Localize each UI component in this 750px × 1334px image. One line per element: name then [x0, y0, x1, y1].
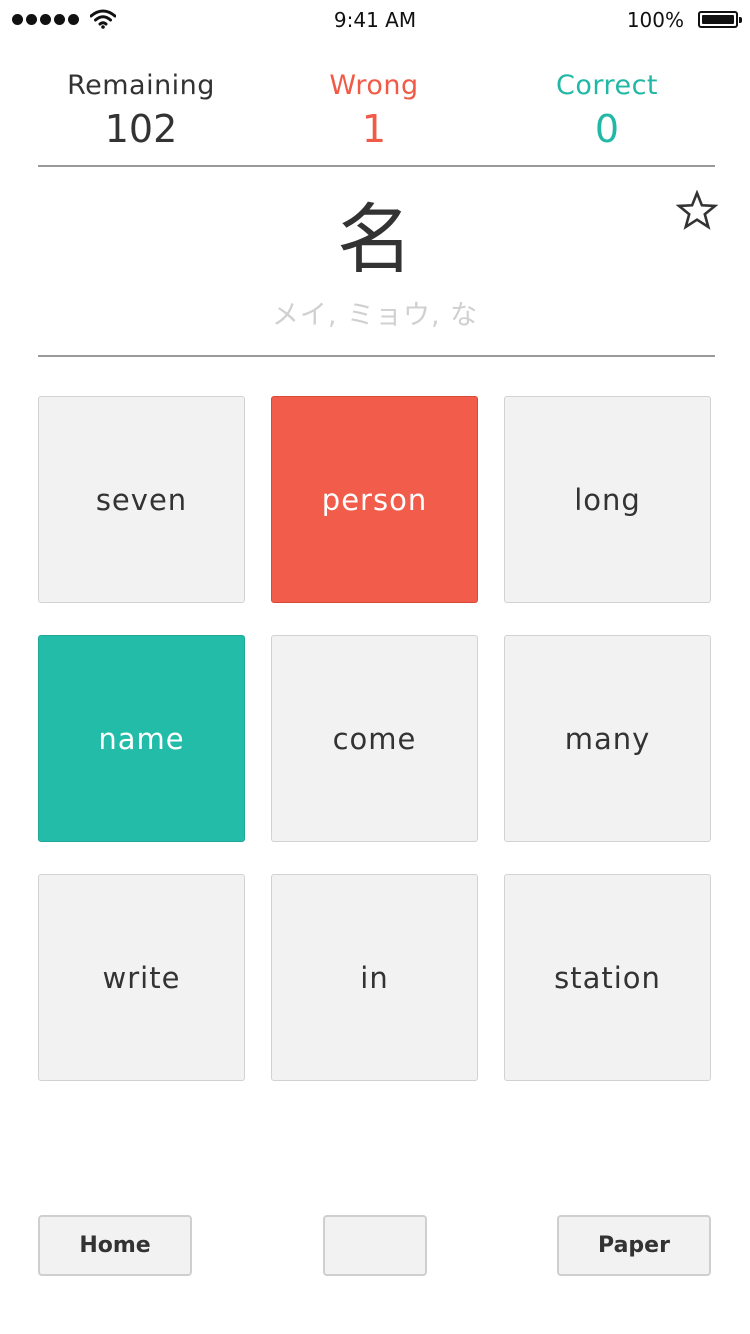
battery-percent: 100% — [626, 8, 684, 32]
answer-tile[interactable]: in — [271, 874, 478, 1081]
star-outline-icon[interactable] — [676, 190, 718, 232]
remaining-stat: Remaining 102 — [31, 70, 251, 151]
stats-divider — [38, 165, 715, 167]
middle-button[interactable] — [323, 1215, 427, 1276]
answer-tile[interactable]: seven — [38, 396, 245, 603]
battery-icon — [698, 11, 742, 28]
correct-label: Correct — [555, 70, 659, 101]
wrong-stat: Wrong 1 — [264, 70, 484, 151]
question-divider — [38, 355, 715, 357]
status-bar: 9:41 AM 100% — [0, 0, 750, 40]
answer-tile[interactable]: name — [38, 635, 245, 842]
wrong-count: 1 — [361, 107, 387, 151]
answer-tile[interactable]: write — [38, 874, 245, 1081]
kanji-character: 名 — [337, 195, 413, 284]
battery-fill — [702, 15, 734, 24]
answer-tile[interactable]: many — [504, 635, 711, 842]
wrong-label: Wrong — [329, 70, 419, 101]
remaining-label: Remaining — [67, 70, 215, 101]
correct-count: 0 — [594, 107, 620, 151]
answer-tile[interactable]: come — [271, 635, 478, 842]
remaining-count: 102 — [104, 107, 178, 151]
answer-tile[interactable]: station — [504, 874, 711, 1081]
kanji-reading: メイ, ミョウ, な — [271, 300, 479, 331]
correct-stat: Correct 0 — [497, 70, 717, 151]
paper-button[interactable]: Paper — [557, 1215, 711, 1276]
home-button[interactable]: Home — [38, 1215, 192, 1276]
answer-tile[interactable]: person — [271, 396, 478, 603]
answer-tile[interactable]: long — [504, 396, 711, 603]
